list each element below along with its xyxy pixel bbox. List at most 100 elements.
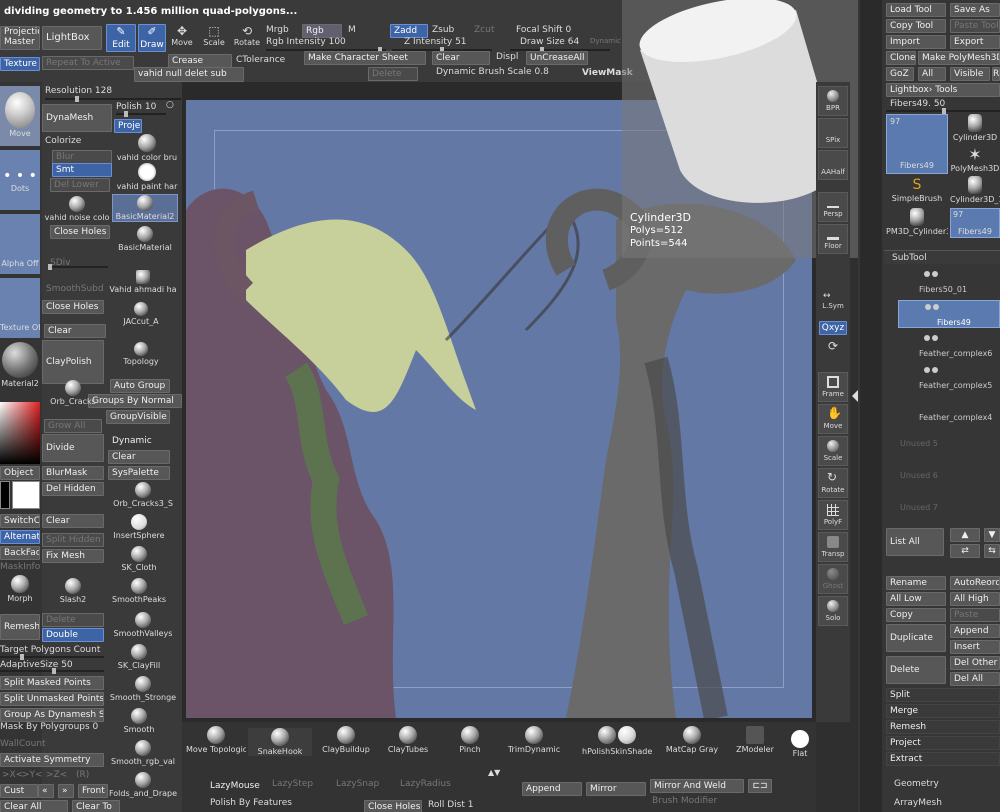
sdiv-slider[interactable]	[48, 264, 108, 270]
mask-by-polygroups-label[interactable]: Mask By Polygroups 0	[0, 722, 98, 732]
brush-item[interactable]: vahid noise colo	[44, 196, 110, 222]
roll-dist-label[interactable]: Roll Dist 1	[428, 800, 473, 810]
floor-button[interactable]: Floor	[818, 224, 848, 254]
dynamesh-button[interactable]: DynaMesh	[42, 104, 112, 132]
move-button[interactable]: ✥ Move	[168, 24, 196, 47]
export-button[interactable]: Export	[950, 35, 1000, 49]
shelf-collapse-arrows[interactable]: ▲▼	[488, 768, 500, 777]
bottom-material-polish-skin[interactable]: hPolishSkinShade4	[582, 726, 652, 756]
polish-slider[interactable]	[116, 111, 166, 117]
clone-button[interactable]: Clone	[886, 51, 916, 65]
color-picker[interactable]	[0, 402, 40, 464]
material-move-thumb[interactable]: Move	[0, 86, 40, 146]
brush-item[interactable]: Topology	[108, 342, 174, 366]
mirror-weld-toggle[interactable]: ⊏⊐	[748, 779, 772, 793]
right-scrollbar[interactable]	[860, 0, 882, 812]
symmetry-x-button[interactable]: >X<	[2, 770, 23, 780]
claypolish-button[interactable]: ClayPolish	[42, 340, 104, 384]
bottom-brush-trimdynamic[interactable]: TrimDynamic	[504, 726, 564, 754]
switch-color-button[interactable]: SwitchColor	[0, 514, 40, 528]
brush-modifier-label[interactable]: Brush Modifier	[652, 796, 717, 806]
close-holes-bottom-button[interactable]: Close Holes	[364, 800, 422, 812]
mirror-button[interactable]: Mirror	[586, 782, 646, 796]
split-unmasked-points-button[interactable]: Split Unmasked Points	[0, 692, 104, 706]
zadd-button[interactable]: Zadd	[390, 24, 428, 38]
brush-item[interactable]: BasicMaterial2	[112, 194, 178, 222]
brush-item[interactable]: Smooth_rgb_val	[104, 740, 182, 766]
solo-button[interactable]: Solo	[818, 596, 848, 626]
save-as-button[interactable]: Save As	[950, 3, 1000, 17]
brush-item[interactable]: BasicMaterial	[112, 226, 178, 252]
ghost-button[interactable]: Ghost	[818, 564, 848, 594]
group-visible-button[interactable]: GroupVisible	[106, 410, 170, 424]
r-button[interactable]: R	[992, 67, 1000, 81]
object-button[interactable]: Object	[0, 466, 40, 480]
symmetry-r-button[interactable]: (R)	[76, 770, 89, 780]
draw-size-label[interactable]: Draw Size 64	[520, 37, 579, 47]
next-button[interactable]: »	[58, 784, 74, 798]
clear-top-button[interactable]: Clear	[432, 51, 490, 65]
delete-geometry-button[interactable]: Delete	[42, 613, 104, 627]
lazymouse-button[interactable]: LazyMouse	[206, 779, 264, 793]
target-polygons-count-label[interactable]: Target Polygons Count	[0, 645, 100, 655]
remesh-button[interactable]: Remesh	[886, 720, 1000, 734]
import-button[interactable]: Import	[886, 35, 946, 49]
auto-group-button[interactable]: Auto Group	[110, 379, 170, 393]
draw-button[interactable]: ✐ Draw	[138, 24, 166, 52]
resolution-slider[interactable]	[45, 96, 181, 102]
brush-item[interactable]: Orb_Cracks3_S	[104, 482, 182, 508]
alpha-off-thumb[interactable]: Alpha Off	[0, 214, 40, 274]
del-hidden-button[interactable]: Del Hidden	[42, 482, 104, 496]
del-other-button[interactable]: Del Other	[950, 656, 1000, 670]
rotate-view-button[interactable]: ↻ Rotate	[818, 468, 848, 498]
delete-subtool-button[interactable]: Delete	[886, 656, 946, 684]
autoreorder-button[interactable]: AutoReorder	[950, 576, 1000, 590]
transp-button[interactable]: Transp	[818, 532, 848, 562]
dynamic-brush-scale-label[interactable]: Dynamic Brush Scale 0.8	[436, 67, 549, 77]
copy-subtool-button[interactable]: Copy	[886, 608, 946, 622]
local-symmetry-button[interactable]: ↔ L.Sym	[818, 290, 848, 312]
lightbox-button[interactable]: LightBox	[42, 26, 102, 50]
edit-button[interactable]: ✎ Edit	[106, 24, 136, 52]
subtool-item-active[interactable]: Fibers49	[898, 300, 1000, 328]
grow-all-button[interactable]: Grow All	[44, 419, 102, 433]
remesher-button[interactable]: Remesher	[0, 614, 40, 640]
append-bottom-button[interactable]: Append	[522, 782, 582, 796]
zsub-button[interactable]: Zsub	[432, 25, 454, 35]
bottom-brush-pinch[interactable]: Pinch	[444, 726, 496, 754]
geometry-section[interactable]: Geometry	[894, 779, 939, 789]
zcut-button[interactable]: Zcut	[474, 25, 494, 35]
symmetry-z-button[interactable]: >Z<	[46, 770, 67, 780]
duplicate-button[interactable]: Duplicate	[886, 624, 946, 652]
subtool-item[interactable]: Feather_complex5	[898, 364, 1000, 392]
tool-slider[interactable]	[886, 108, 1000, 114]
smooth-subd-label[interactable]: SmoothSubd	[46, 284, 104, 294]
tool-thumb-fibers49[interactable]: 97 Fibers49	[886, 114, 948, 174]
visible-button[interactable]: Visible	[950, 67, 990, 81]
subtool-empty-slot[interactable]: Unused 6	[898, 454, 1000, 482]
main-color-swatch[interactable]	[0, 481, 10, 509]
rgb-button[interactable]: Rgb	[302, 24, 342, 38]
smt-button[interactable]: Smt	[52, 163, 112, 177]
subtool-empty-slot[interactable]: Unused 5	[898, 422, 1000, 450]
del-lower-button[interactable]: Del Lower	[50, 178, 110, 192]
rename-button[interactable]: Rename	[886, 576, 946, 590]
brush-item[interactable]: Slash2	[42, 578, 104, 604]
clear-to-button[interactable]: Clear To	[72, 800, 120, 812]
brush-item[interactable]: Orb_Cracks	[42, 380, 104, 406]
bottom-brush-move-topological[interactable]: Move Topologica	[186, 726, 246, 754]
dots-stroke-thumb[interactable]: • • • Dots	[0, 150, 40, 210]
secondary-color-swatch[interactable]	[12, 481, 40, 509]
backface-mask-button[interactable]: BackFaceMask	[0, 546, 40, 560]
dynamic-label[interactable]: Dynamic	[590, 37, 621, 45]
project-button[interactable]: Proje	[114, 119, 142, 133]
polish-toggle[interactable]: ○	[166, 100, 174, 110]
texture-on-button[interactable]: Texture On	[0, 57, 40, 71]
subtool-item[interactable]: Feather_complex6	[898, 332, 1000, 360]
mrgb-button[interactable]: Mrgb	[266, 25, 289, 35]
material-thumb[interactable]: Material2	[0, 340, 40, 400]
make-character-sheet-button[interactable]: Make Character Sheet	[304, 51, 426, 65]
dynamic-subdiv-button[interactable]: Dynamic	[108, 434, 170, 448]
split-masked-points-button[interactable]: Split Masked Points	[0, 676, 104, 690]
morph-thumb[interactable]: Morph	[0, 575, 40, 603]
